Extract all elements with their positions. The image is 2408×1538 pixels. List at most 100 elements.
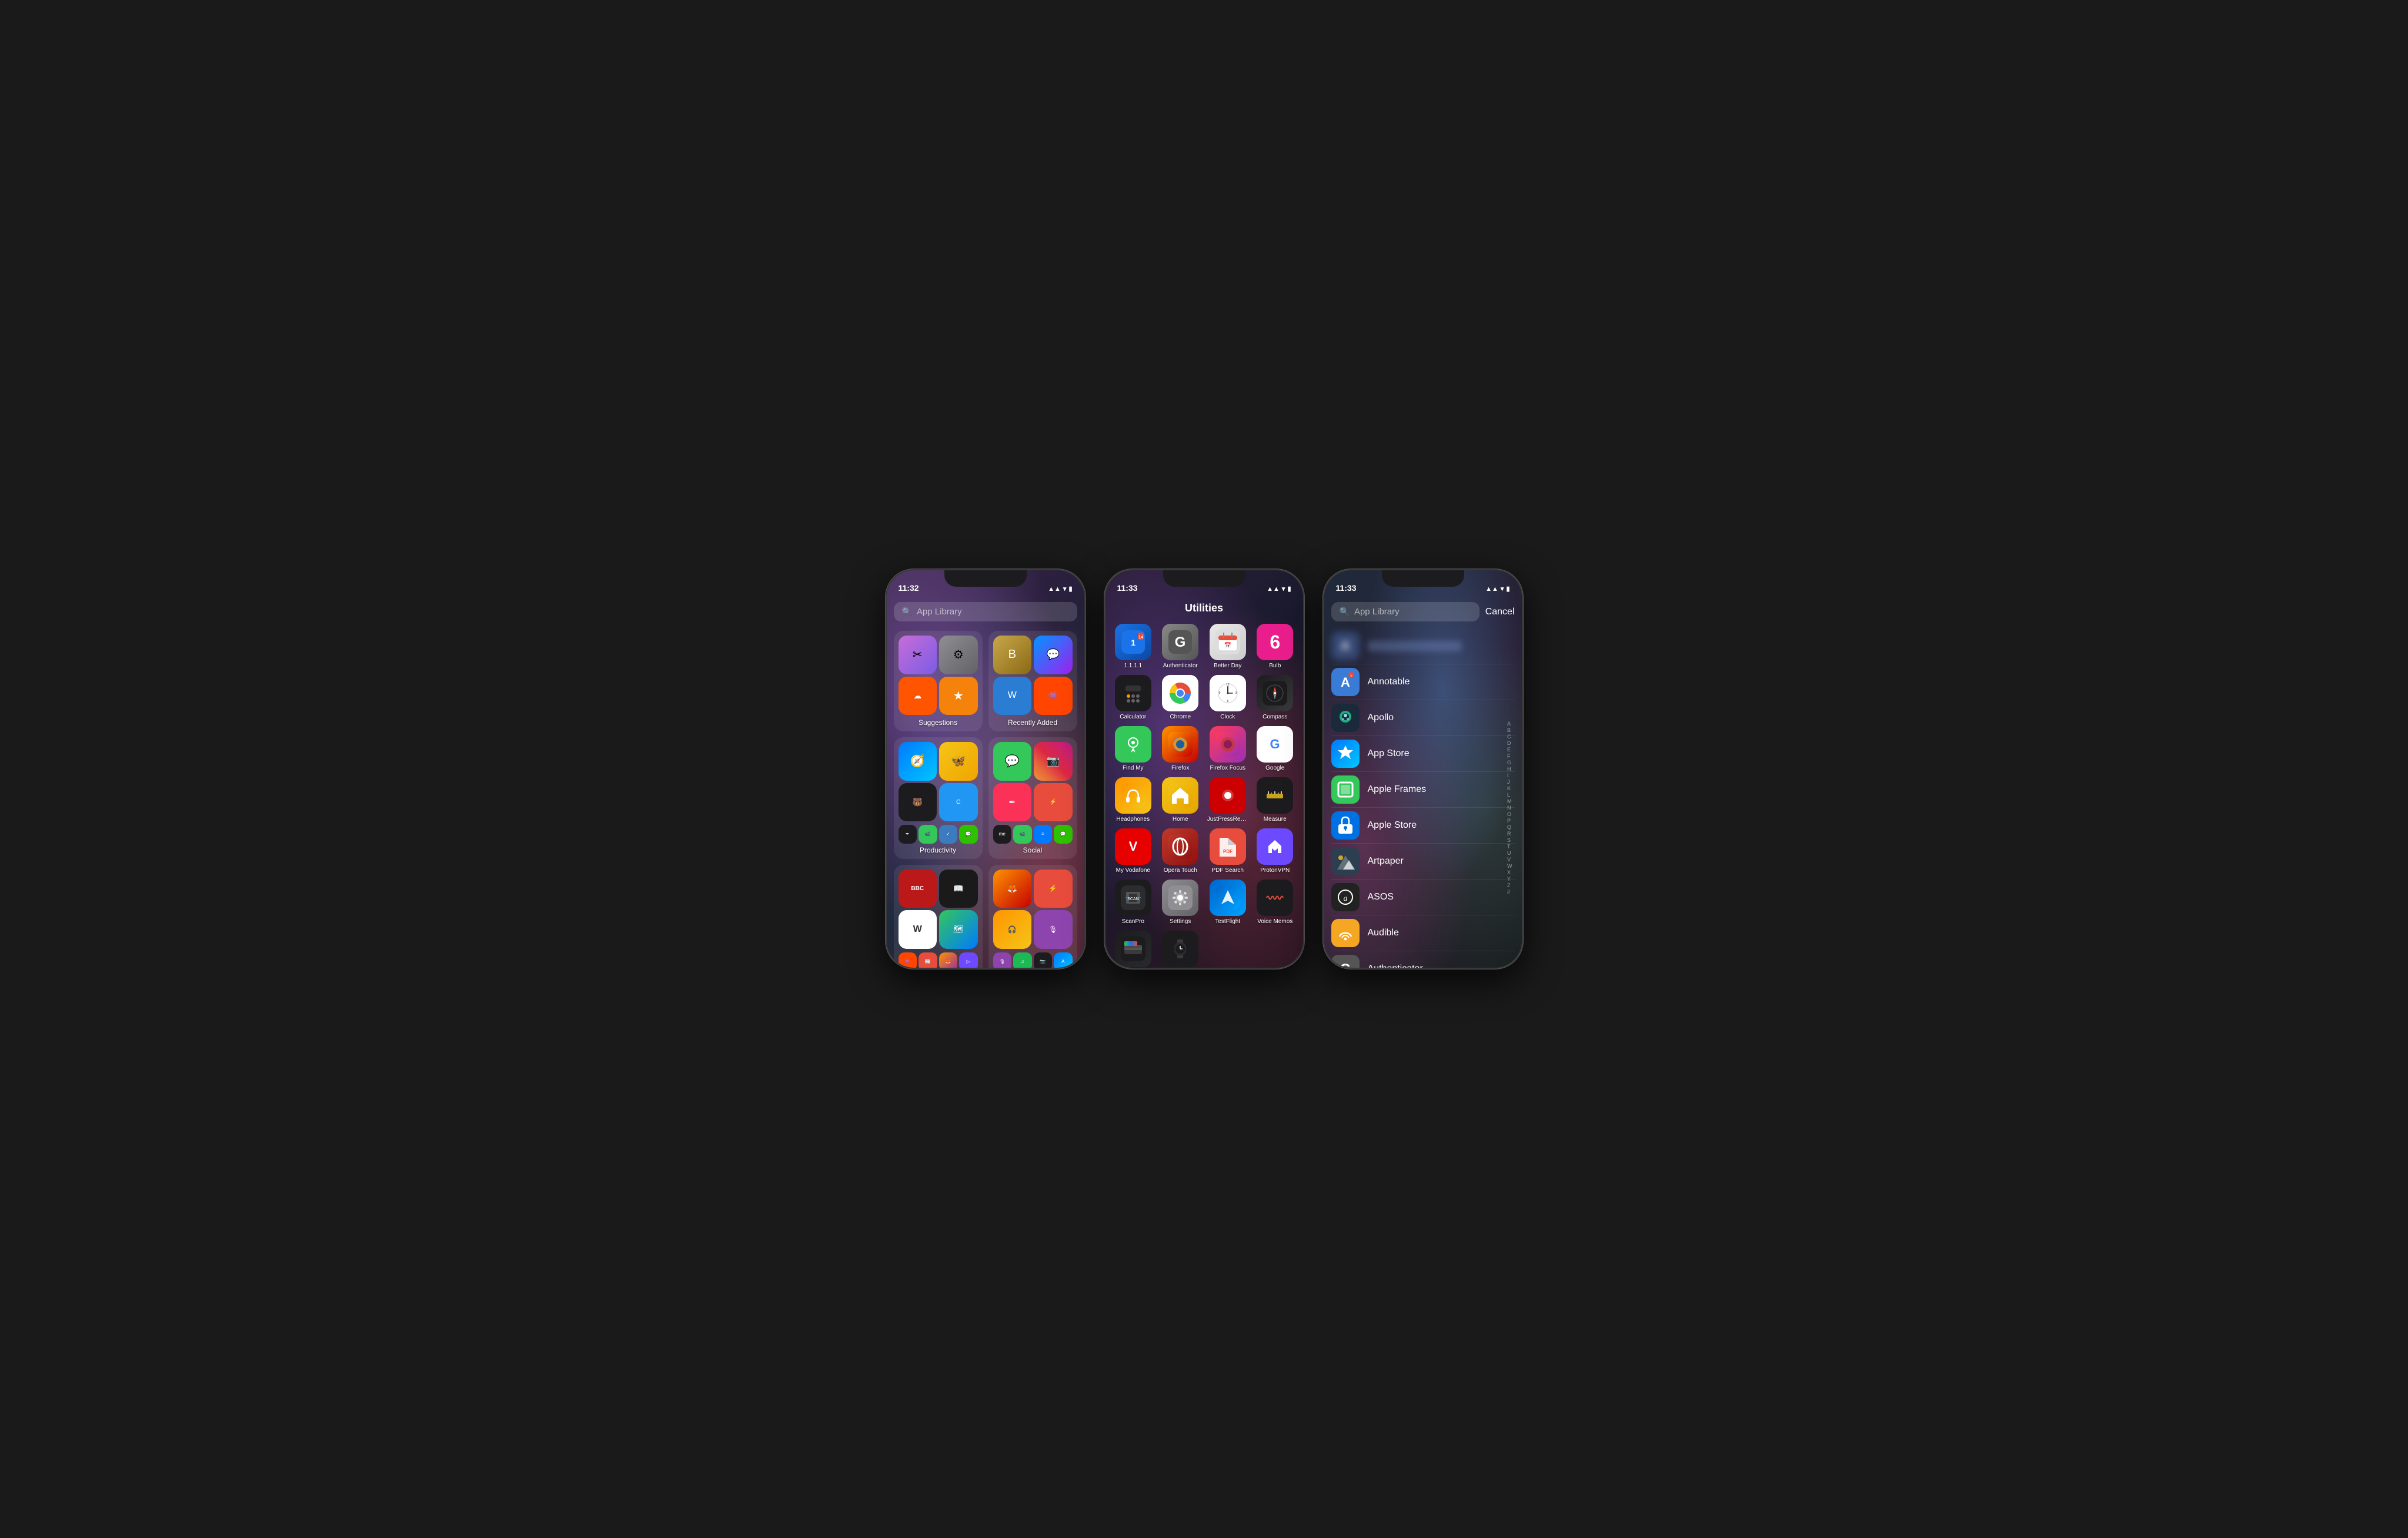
pdfsearch-svg: PDF [1215, 834, 1240, 859]
list-item-authenticator[interactable]: G Authenticator [1331, 951, 1515, 968]
list-item-appleframes[interactable]: Apple Frames [1331, 772, 1515, 808]
alpha-O: O [1507, 811, 1512, 817]
search-bar-3[interactable]: 🔍 App Library [1331, 602, 1479, 621]
app-icon-opera [1162, 828, 1198, 865]
folder-social[interactable]: 💬 📷 ✒ ⚡ me 📹 ≡ 💬 Social [988, 737, 1077, 859]
folder-icons-suggestions: ✂ ⚙ ☁ ★ [899, 636, 978, 715]
scanpro-svg: SCAN [1121, 885, 1145, 910]
app-home[interactable]: Home [1158, 777, 1203, 823]
alpha-T: T [1507, 844, 1512, 850]
app-vodafone[interactable]: V My Vodafone [1111, 828, 1155, 874]
app-1111[interactable]: 1 14 1.1.1.1 [1111, 624, 1155, 669]
apollo-icon [1331, 704, 1360, 732]
list-item-appstore[interactable]: App Store [1331, 736, 1515, 772]
app-label-headphones: Headphones [1116, 816, 1150, 823]
alpha-C: C [1507, 734, 1512, 740]
artpaper-name: Artpaper [1368, 856, 1404, 867]
app-settings[interactable]: Settings [1158, 880, 1203, 925]
app-icon-measure [1257, 777, 1293, 814]
alpha-Z: Z [1507, 882, 1512, 888]
wifi-icon: ▾ [1063, 585, 1067, 593]
amazon-label-blurred [1368, 641, 1462, 651]
svg-text:A: A [1341, 675, 1350, 690]
phone1-content: 🔍 App Library ✂ ⚙ ☁ ★ Suggestions [887, 596, 1084, 968]
alpha-N: N [1507, 805, 1512, 811]
app-justpress[interactable]: JustPressRecord [1206, 777, 1250, 823]
search-icon-3: 🔍 [1340, 607, 1350, 617]
wifi-icon-3: ▾ [1501, 585, 1504, 593]
list-item-annotable[interactable]: A + Annotable [1331, 664, 1515, 700]
app-label-clock: Clock [1220, 714, 1235, 720]
list-item-artpaper[interactable]: Artpaper [1331, 844, 1515, 880]
app-label-calculator: Calculator [1120, 714, 1146, 720]
app-headphones[interactable]: Headphones [1111, 777, 1155, 823]
wechat-icon: 💬 [959, 825, 978, 844]
settings-svg [1168, 885, 1193, 910]
battery-icon-3: ▮ [1506, 585, 1509, 593]
app-watch[interactable]: Watch [1158, 931, 1203, 968]
phone3-content: 🔍 App Library Cancel A A [1324, 596, 1522, 968]
app-authenticator[interactable]: G Authenticator [1158, 624, 1203, 669]
search-placeholder-1: App Library [917, 607, 962, 617]
app-bulb[interactable]: 6 Bulb [1253, 624, 1297, 669]
time-3: 11:33 [1336, 583, 1357, 593]
search-bar-1[interactable]: 🔍 App Library [894, 602, 1077, 621]
app-scanpro[interactable]: SCAN ScanPro [1111, 880, 1155, 925]
app-google[interactable]: G Google [1253, 726, 1297, 771]
app-betterday[interactable]: 📅 Better Day [1206, 624, 1250, 669]
app-calculator[interactable]: Calculator [1111, 675, 1155, 720]
app-label-authenticator: Authenticator [1163, 663, 1198, 669]
app-voicememos[interactable]: Voice Memos [1253, 880, 1297, 925]
safari-icon: 🧭 [899, 742, 937, 781]
ref-b4: ▷ [959, 952, 978, 968]
svg-text:V: V [1128, 839, 1137, 854]
app-findmy[interactable]: Find My [1111, 726, 1155, 771]
svg-text:G: G [1340, 961, 1351, 968]
folder-suggestions[interactable]: ✂ ⚙ ☁ ★ Suggestions [894, 631, 983, 731]
app-proton[interactable]: ProtonVPN [1253, 828, 1297, 874]
app-clock[interactable]: 12 3 6 9 Clock [1206, 675, 1250, 720]
app-label-1111: 1.1.1.1 [1124, 663, 1142, 669]
list-item-applestore[interactable]: Apple Store [1331, 808, 1515, 844]
headphones-svg [1121, 783, 1145, 808]
folder-recently-added[interactable]: B 💬 W 👾 Recently Added [988, 631, 1077, 731]
app-chrome[interactable]: Chrome [1158, 675, 1203, 720]
folder-icons-productivity-bottom: ✒ 📹 ✓ 💬 [899, 825, 978, 844]
list-item-audible[interactable]: Audible [1331, 915, 1515, 951]
app-wallet[interactable]: Wallet [1111, 931, 1155, 968]
folder-productivity[interactable]: 🧭 🦋 🐻 C ✒ 📹 ✓ 💬 Productivity [894, 737, 983, 859]
notch-1 [944, 570, 1027, 587]
app-icon-testflight [1210, 880, 1246, 916]
appstore-list-name: App Store [1368, 748, 1410, 759]
folder-label-social: Social [993, 846, 1073, 854]
app-compass[interactable]: Compass [1253, 675, 1297, 720]
folder-label-suggestions: Suggestions [899, 718, 978, 727]
alpha-I: I [1507, 773, 1512, 778]
cancel-button[interactable]: Cancel [1485, 607, 1515, 617]
svg-text:14: 14 [1138, 636, 1143, 640]
app-measure[interactable]: Measure [1253, 777, 1297, 823]
folder-reference[interactable]: BBC 📖 W 🗺 👾 📰 🦊 ▷ Reference & Reading [894, 865, 983, 968]
list-item-asos[interactable]: a ASOS [1331, 880, 1515, 915]
app-testflight[interactable]: TestFlight [1206, 880, 1250, 925]
svg-text:G: G [1175, 634, 1186, 650]
app-firefox[interactable]: Firefox [1158, 726, 1203, 771]
app-pdfsearch[interactable]: PDF PDF Search [1206, 828, 1250, 874]
svg-text:+: + [1350, 674, 1352, 678]
annotable-icon: A + [1331, 668, 1360, 696]
list-item-amazon[interactable]: A [1331, 628, 1515, 664]
calc-svg [1121, 681, 1145, 706]
app-opera[interactable]: Opera Touch [1158, 828, 1203, 874]
app-firefoxfocus[interactable]: Firefox Focus [1206, 726, 1250, 771]
list-item-apollo[interactable]: Apollo [1331, 700, 1515, 736]
chrome-svg [1168, 681, 1193, 706]
appleframes-svg [1332, 777, 1358, 803]
findmy-svg [1121, 732, 1145, 757]
util-b3: 📷 [1034, 952, 1053, 968]
google-svg: G [1263, 732, 1287, 757]
alpha-J: J [1507, 779, 1512, 785]
alphabet-index[interactable]: A B C D E F G H I J K L M N O P Q [1507, 721, 1512, 895]
maps-icon: 🗺 [939, 910, 978, 949]
folder-utilities[interactable]: 🦊 ⚡ 🎧 🎙 🎙 ♫ 📷 A Utilities [988, 865, 1077, 968]
alpha-E: E [1507, 747, 1512, 753]
